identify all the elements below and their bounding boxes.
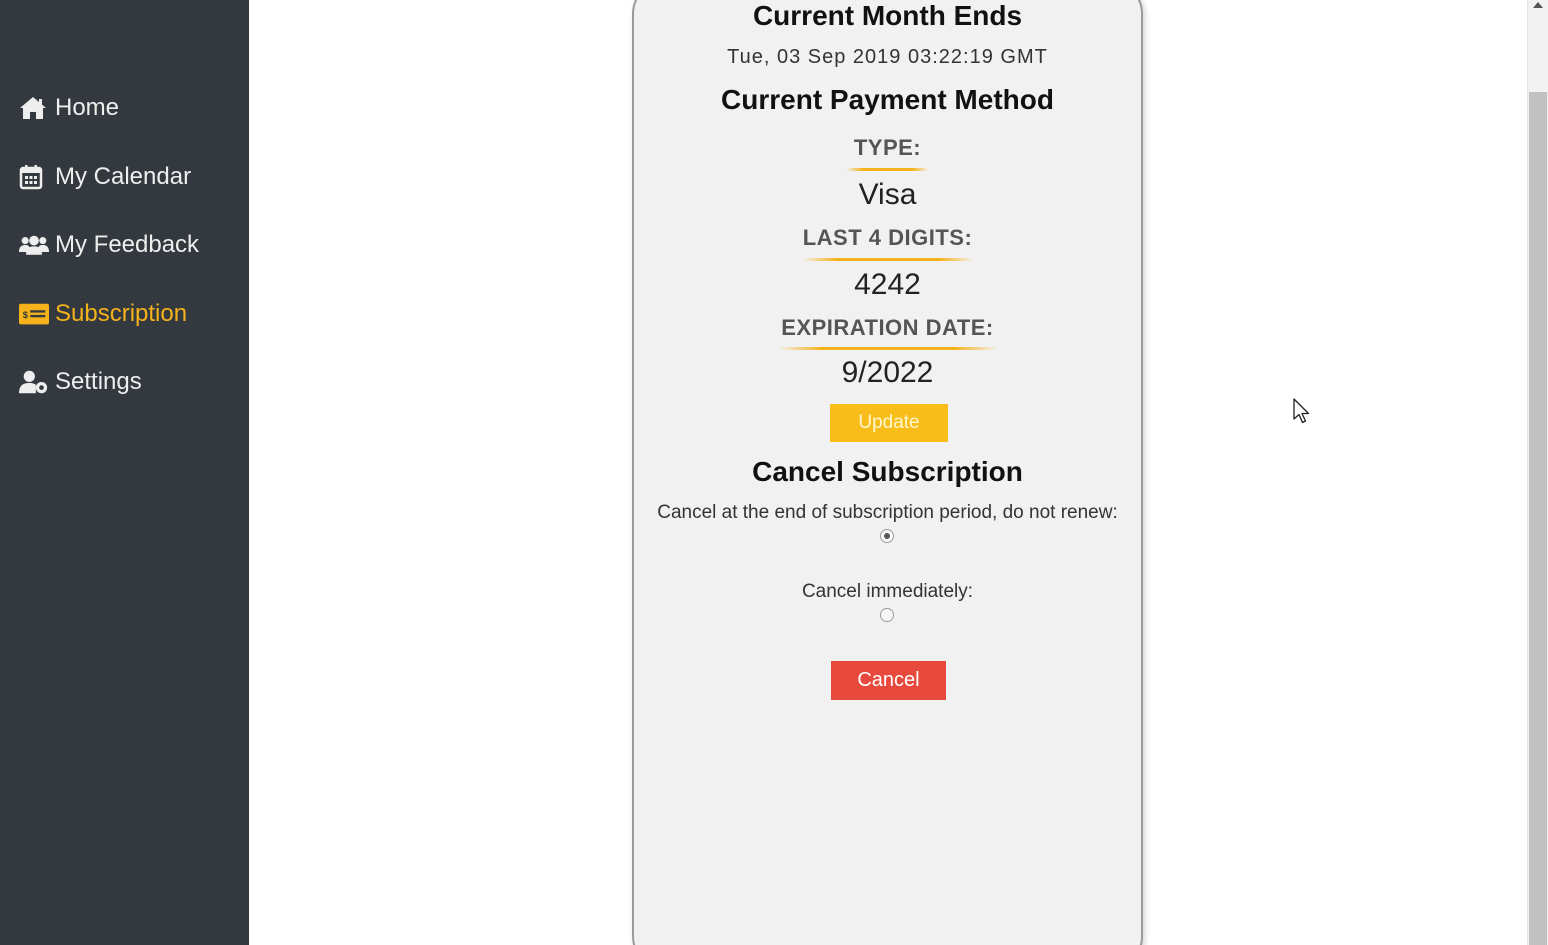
cancel-at-period-end-label: Cancel at the end of subscription period… [657, 502, 1118, 523]
sidebar-item-label: Home [55, 94, 120, 121]
last-digits-divider [802, 258, 974, 261]
cancel-at-period-end-radio[interactable] [880, 529, 894, 543]
expiration-divider [778, 347, 998, 350]
expiration-label: EXPIRATION DATE: [781, 315, 994, 340]
cancel-immediately-radio[interactable] [880, 608, 894, 622]
sidebar: Home My Calendar My Feedback $ Subscript… [0, 0, 249, 945]
page-scrollbar[interactable] [1527, 0, 1548, 945]
sidebar-item-label: Settings [55, 368, 142, 395]
cancel-immediately-label: Cancel immediately: [801, 581, 974, 602]
subscription-card: Current Month Ends Tue, 03 Sep 2019 03:2… [632, 0, 1143, 945]
period-end-date: Tue, 03 Sep 2019 03:22:19 GMT [727, 46, 1048, 68]
payment-method-title: Current Payment Method [721, 84, 1054, 115]
sidebar-item-subscription[interactable]: $ Subscription [0, 292, 249, 336]
sidebar-item-my-calendar[interactable]: My Calendar [0, 155, 249, 199]
scroll-up-arrow-icon[interactable] [1533, 2, 1543, 8]
last-digits-label: LAST 4 DIGITS: [802, 225, 973, 250]
cancel-subscription-title: Cancel Subscription [752, 456, 1023, 487]
sidebar-item-settings[interactable]: Settings [0, 360, 249, 404]
scrollbar-thumb[interactable] [1529, 92, 1547, 945]
user-gear-icon [19, 369, 49, 395]
app-window: Home My Calendar My Feedback $ Subscript… [0, 0, 1548, 945]
type-label: TYPE: [853, 135, 922, 160]
type-value: Visa [858, 178, 917, 211]
subscription-card-icon: $ [19, 303, 49, 325]
calendar-icon [19, 164, 49, 190]
expiration-value: 9/2022 [841, 356, 934, 389]
sidebar-item-label: Subscription [55, 299, 188, 327]
users-icon [19, 233, 49, 257]
period-title: Current Month Ends [752, 0, 1023, 31]
sidebar-item-my-feedback[interactable]: My Feedback [0, 223, 249, 267]
update-button[interactable]: Update [830, 404, 948, 442]
sidebar-item-home[interactable]: Home [0, 86, 249, 130]
last-digits-value: 4242 [854, 268, 921, 301]
sidebar-item-label: My Feedback [55, 231, 200, 258]
type-divider [846, 168, 929, 171]
cancel-button[interactable]: Cancel [831, 661, 946, 700]
svg-text:$: $ [23, 309, 29, 319]
mouse-pointer-icon [1293, 398, 1311, 429]
sidebar-nav: Home My Calendar My Feedback $ Subscript… [0, 86, 249, 429]
home-icon [19, 96, 49, 120]
sidebar-item-label: My Calendar [55, 162, 192, 190]
